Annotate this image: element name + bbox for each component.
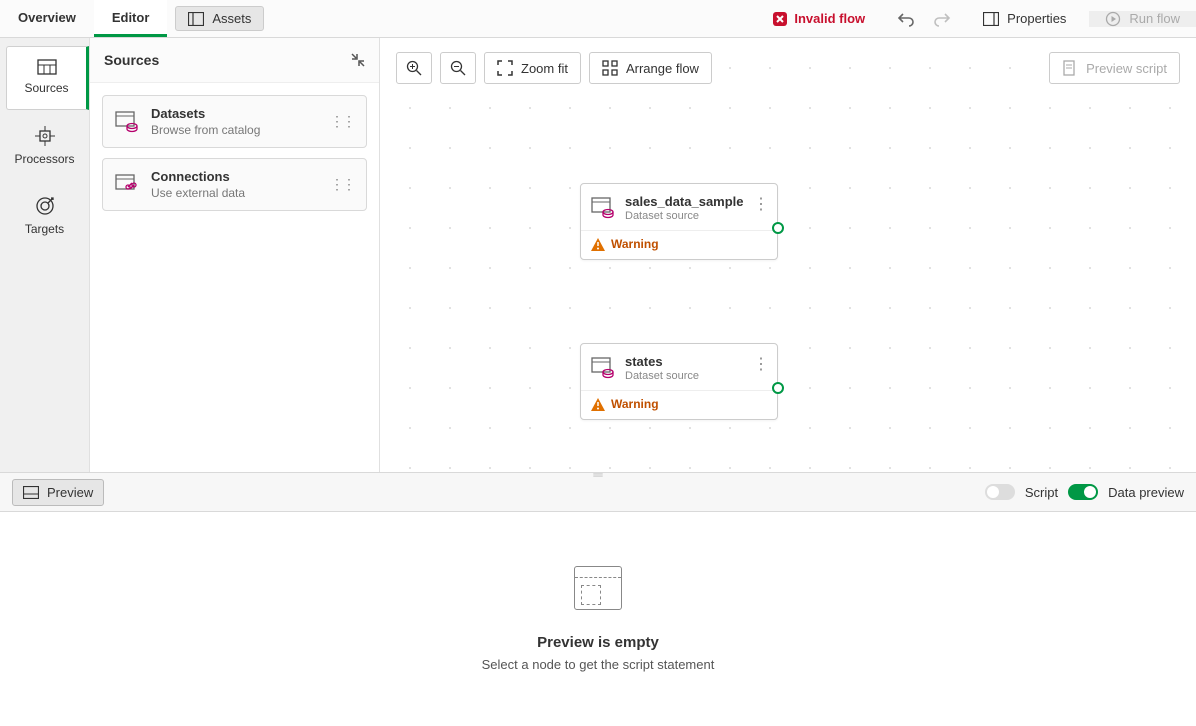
script-icon: [1062, 60, 1078, 76]
tab-label: Overview: [18, 10, 76, 25]
data-preview-label: Data preview: [1108, 485, 1184, 500]
rail-label: Targets: [25, 222, 64, 236]
play-icon: [1105, 11, 1121, 27]
topbar-right: Invalid flow Properties Run flow: [758, 0, 1196, 37]
panel-icon: [188, 12, 204, 26]
canvas-toolbar: Zoom fit Arrange flow: [396, 52, 712, 84]
drag-handle-icon[interactable]: ⋮⋮: [330, 176, 354, 193]
assets-label: Assets: [212, 11, 251, 26]
source-item-datasets[interactable]: Datasets Browse from catalog ⋮⋮: [102, 95, 367, 148]
warning-icon: [591, 238, 605, 251]
node-title: states: [625, 354, 699, 369]
node-warning: Warning: [581, 390, 777, 419]
tab-label: Editor: [112, 10, 150, 25]
empty-subtitle: Select a node to get the script statemen…: [482, 657, 715, 672]
source-item-connections[interactable]: Connections Use external data ⋮⋮: [102, 158, 367, 211]
zoom-fit-icon: [497, 60, 513, 76]
properties-label: Properties: [1007, 11, 1066, 26]
preview-toggles: Script Data preview: [985, 484, 1184, 500]
left-rail: Sources Processors Targets: [0, 38, 90, 472]
zoom-fit-button[interactable]: Zoom fit: [484, 52, 581, 84]
node-output-port[interactable]: [772, 222, 784, 234]
collapse-icon[interactable]: [351, 53, 365, 67]
tab-editor[interactable]: Editor: [94, 0, 168, 37]
main-tabs: Overview Editor: [0, 0, 167, 37]
rail-label: Sources: [24, 81, 68, 95]
preview-script-label: Preview script: [1086, 61, 1167, 76]
dataset-source-icon: [591, 357, 615, 379]
zoom-out-button[interactable]: [440, 52, 476, 84]
script-toggle[interactable]: [985, 484, 1015, 500]
preview-button[interactable]: Preview: [12, 479, 104, 506]
panel-icon: [983, 12, 999, 26]
panel-bottom-icon: [23, 486, 39, 499]
properties-button[interactable]: Properties: [969, 11, 1080, 26]
source-subtitle: Browse from catalog: [151, 123, 318, 137]
node-title: sales_data_sample: [625, 194, 744, 209]
redo-icon: [933, 11, 951, 27]
node-menu-button[interactable]: ⋮: [753, 194, 769, 214]
arrange-icon: [602, 60, 618, 76]
preview-script-button: Preview script: [1049, 52, 1180, 84]
panel-header: Sources: [90, 38, 379, 83]
zoom-out-icon: [450, 60, 466, 76]
invalid-flow-badge: Invalid flow: [758, 11, 879, 27]
error-icon: [772, 11, 788, 27]
script-label: Script: [1025, 485, 1058, 500]
warning-label: Warning: [611, 237, 659, 251]
flow-node[interactable]: states Dataset source ⋮ Warning: [580, 343, 778, 420]
redo-button[interactable]: [924, 11, 960, 27]
dataset-source-icon: [591, 197, 615, 219]
tab-overview[interactable]: Overview: [0, 0, 94, 37]
empty-preview-icon: [574, 566, 622, 610]
warning-label: Warning: [611, 397, 659, 411]
flow-canvas[interactable]: Zoom fit Arrange flow Preview script sal…: [380, 38, 1196, 472]
undo-icon: [897, 11, 915, 27]
targets-icon: [35, 196, 55, 216]
rail-item-targets[interactable]: Targets: [6, 184, 83, 250]
panel-body: Datasets Browse from catalog ⋮⋮ Connecti…: [90, 83, 379, 223]
node-warning: Warning: [581, 230, 777, 259]
source-title: Datasets: [151, 106, 318, 121]
sources-icon: [37, 59, 57, 75]
run-flow-button: Run flow: [1089, 11, 1196, 27]
preview-empty-state: Preview is empty Select a node to get th…: [0, 512, 1196, 726]
source-title: Connections: [151, 169, 318, 184]
source-subtitle: Use external data: [151, 186, 318, 200]
node-subtitle: Dataset source: [625, 210, 744, 222]
rail-item-processors[interactable]: Processors: [6, 114, 83, 180]
dataset-icon: [115, 111, 139, 133]
assets-button[interactable]: Assets: [175, 6, 264, 31]
preview-label: Preview: [47, 485, 93, 500]
zoom-in-icon: [406, 60, 422, 76]
zoom-in-button[interactable]: [396, 52, 432, 84]
empty-title: Preview is empty: [537, 634, 659, 651]
node-output-port[interactable]: [772, 382, 784, 394]
resize-grip-icon[interactable]: ═: [593, 467, 602, 482]
invalid-label: Invalid flow: [794, 11, 865, 26]
connection-icon: [115, 174, 139, 196]
rail-item-sources[interactable]: Sources: [6, 46, 89, 110]
arrange-label: Arrange flow: [626, 61, 699, 76]
run-label: Run flow: [1129, 11, 1180, 26]
processors-icon: [35, 126, 55, 146]
main-area: Sources Processors Targets Sources Datas…: [0, 38, 1196, 472]
zoom-fit-label: Zoom fit: [521, 61, 568, 76]
data-preview-toggle[interactable]: [1068, 484, 1098, 500]
preview-bar: ═ Preview Script Data preview: [0, 472, 1196, 512]
flow-node[interactable]: sales_data_sample Dataset source ⋮ Warni…: [580, 183, 778, 260]
node-menu-button[interactable]: ⋮: [753, 354, 769, 374]
node-subtitle: Dataset source: [625, 370, 699, 382]
warning-icon: [591, 398, 605, 411]
top-bar: Overview Editor Assets Invalid flow Prop…: [0, 0, 1196, 38]
sources-panel: Sources Datasets Browse from catalog ⋮⋮ …: [90, 38, 380, 472]
undo-button[interactable]: [888, 11, 924, 27]
drag-handle-icon[interactable]: ⋮⋮: [330, 113, 354, 130]
panel-title: Sources: [104, 52, 159, 68]
arrange-flow-button[interactable]: Arrange flow: [589, 52, 712, 84]
rail-label: Processors: [14, 152, 74, 166]
